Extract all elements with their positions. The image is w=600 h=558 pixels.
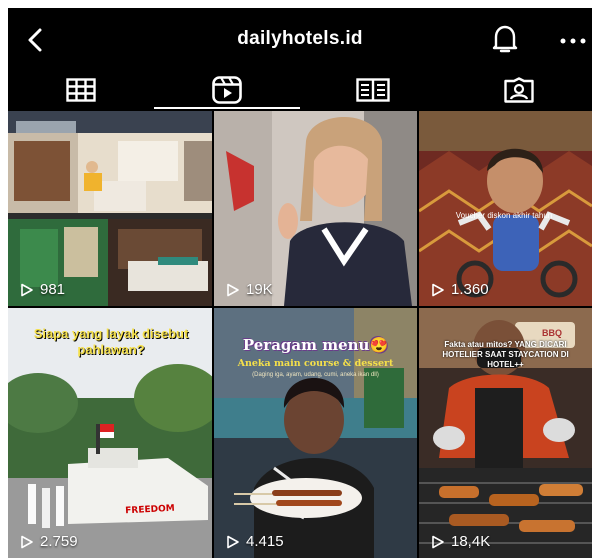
reel-thumbnail-image bbox=[8, 111, 212, 306]
view-count-text: 2.759 bbox=[40, 533, 78, 550]
reel-view-count: 19K bbox=[226, 281, 273, 298]
reel-caption: Voucher diskon akhir tahun bbox=[455, 211, 553, 220]
reel-thumbnail[interactable]: 981 bbox=[8, 111, 212, 306]
grid-icon bbox=[66, 78, 96, 102]
bbq-sign: BBQ bbox=[542, 328, 562, 338]
active-tab-indicator bbox=[154, 107, 300, 109]
reel-view-count: 18,4K bbox=[431, 533, 490, 550]
reel-caption: Peragam menu😍 bbox=[242, 336, 389, 354]
play-outline-icon bbox=[21, 535, 33, 548]
instagram-profile-screen: dailyhotels.id 981 19K Voucher diskon ak… bbox=[8, 8, 592, 558]
reels-grid: 981 19K Voucher diskon akhir tahun 1.360… bbox=[8, 111, 592, 558]
play-outline-icon bbox=[432, 283, 444, 296]
profile-tabs bbox=[8, 70, 592, 110]
reel-view-count: 2.759 bbox=[20, 533, 78, 550]
reel-view-count: 981 bbox=[20, 281, 65, 298]
tagged-user-icon bbox=[504, 77, 534, 103]
reel-thumbnail[interactable]: 19K bbox=[214, 111, 417, 306]
play-outline-icon bbox=[227, 283, 239, 296]
view-count-text: 981 bbox=[40, 281, 66, 298]
reel-thumbnail[interactable]: Fakta atau mitos? YANG DICARI HOTELIER S… bbox=[419, 308, 592, 558]
reel-caption: Fakta atau mitos? YANG DICARI HOTELIER S… bbox=[442, 340, 569, 369]
reel-view-count: 1.360 bbox=[431, 281, 489, 298]
tab-guides[interactable] bbox=[300, 70, 446, 110]
view-count-text: 4.415 bbox=[246, 533, 284, 550]
more-horizontal-icon[interactable] bbox=[560, 38, 586, 44]
play-outline-icon bbox=[21, 283, 33, 296]
reels-icon bbox=[212, 76, 242, 104]
reel-thumbnail-image bbox=[419, 111, 592, 306]
reel-thumbnail-image bbox=[214, 111, 417, 306]
view-count-text: 18,4K bbox=[451, 533, 491, 550]
tab-reels[interactable] bbox=[154, 70, 300, 110]
reel-caption: Siapa yang layak disebut pahlawan? bbox=[33, 326, 189, 357]
view-count-text: 19K bbox=[246, 281, 273, 298]
tab-grid[interactable] bbox=[8, 70, 154, 110]
reel-caption-detail: (Daging iga, ayam, udang, cumi, aneka ik… bbox=[252, 372, 379, 378]
profile-header: dailyhotels.id bbox=[8, 8, 592, 68]
reel-subcaption: Aneka main course & dessert bbox=[237, 358, 394, 369]
bell-icon[interactable] bbox=[490, 23, 520, 55]
reel-thumbnail[interactable]: Peragam menu😍 Aneka main course & desser… bbox=[214, 308, 417, 558]
view-count-text: 1.360 bbox=[451, 281, 489, 298]
reel-thumbnail[interactable]: Voucher diskon akhir tahun 1.360 bbox=[419, 111, 592, 306]
reel-view-count: 4.415 bbox=[226, 533, 284, 550]
guide-book-icon bbox=[356, 78, 390, 102]
play-outline-icon bbox=[227, 535, 239, 548]
reel-thumbnail[interactable]: Siapa yang layak disebut pahlawan? FREED… bbox=[8, 308, 212, 558]
tab-tagged[interactable] bbox=[446, 70, 592, 110]
play-outline-icon bbox=[432, 535, 444, 548]
